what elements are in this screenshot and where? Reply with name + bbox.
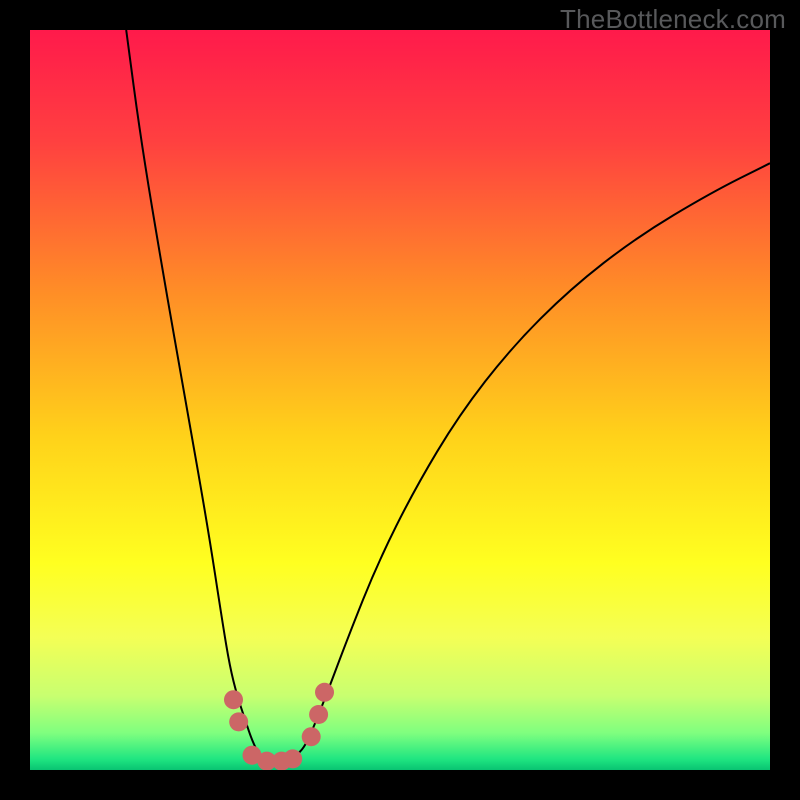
optimal-dot: [224, 690, 243, 709]
optimal-dot: [315, 683, 334, 702]
optimal-dot: [309, 705, 328, 724]
chart-plot-area: [30, 30, 770, 770]
bottleneck-chart: [30, 30, 770, 770]
optimal-dot: [302, 727, 321, 746]
optimal-dot: [229, 712, 248, 731]
chart-frame: TheBottleneck.com: [0, 0, 800, 800]
watermark-text: TheBottleneck.com: [560, 4, 786, 35]
optimal-dot: [283, 749, 302, 768]
